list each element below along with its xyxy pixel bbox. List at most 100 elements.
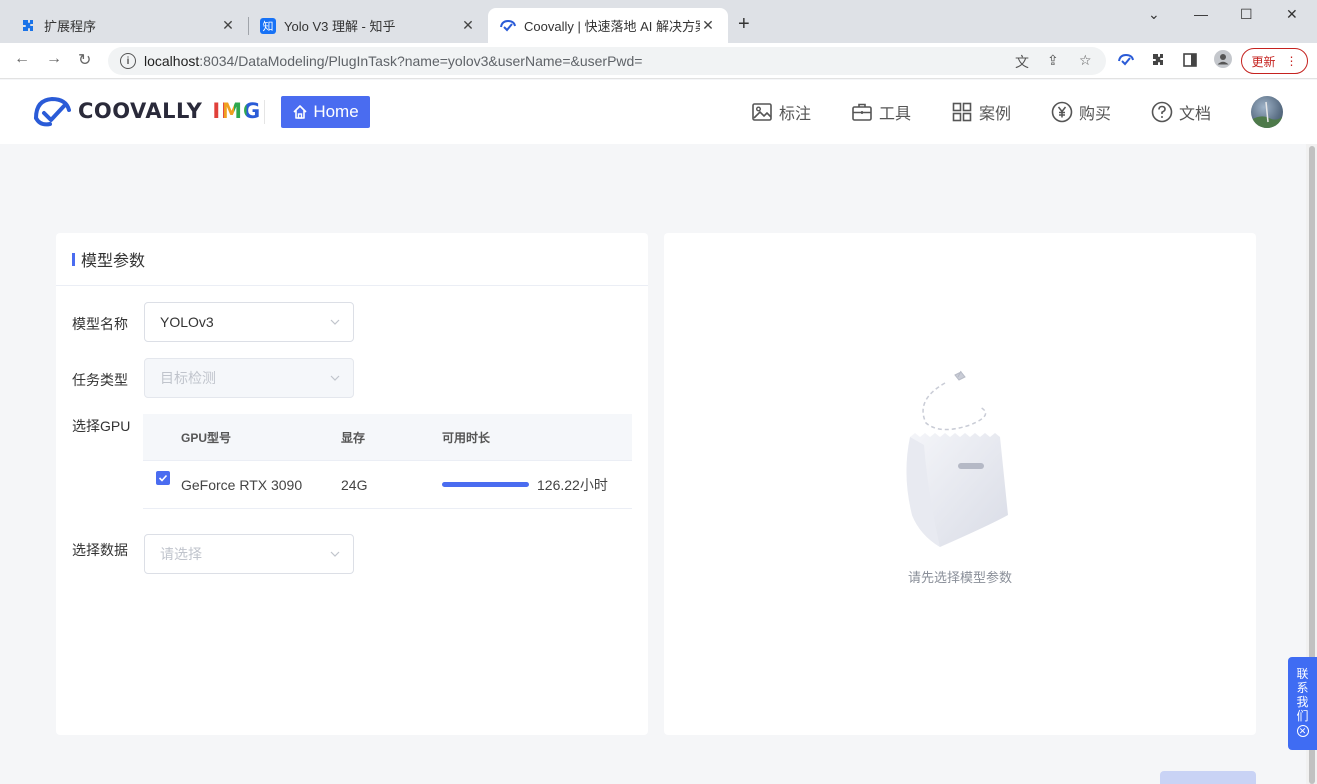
home-button[interactable]: Home xyxy=(281,96,370,128)
select-value: YOLOv3 xyxy=(160,314,214,330)
site-info-icon[interactable]: i xyxy=(120,53,136,69)
back-icon[interactable]: ← xyxy=(14,50,30,68)
close-icon[interactable]: ✕ xyxy=(220,17,236,34)
puzzle-icon xyxy=(20,18,36,34)
column-header: 可用时长 xyxy=(442,430,491,445)
coovally-extension-icon[interactable] xyxy=(1118,53,1134,70)
tab-coovally[interactable]: Coovally | 快速落地 AI 解决方案 ✕ xyxy=(488,8,728,43)
model-name-label: 模型名称 xyxy=(72,316,128,332)
panel-header: 模型参数 xyxy=(56,233,648,286)
grid-icon xyxy=(952,102,972,122)
gpu-model-cell: GeForce RTX 3090 xyxy=(143,470,341,493)
bottom-action-button[interactable] xyxy=(1160,771,1256,784)
column-header: GPU型号 xyxy=(181,430,232,445)
chevron-down-icon xyxy=(330,551,340,557)
update-label: 更新 xyxy=(1251,54,1276,69)
empty-state-text: 请先选择模型参数 xyxy=(907,570,1012,585)
coovally-icon xyxy=(500,18,516,34)
nav-label: 购买 xyxy=(1079,106,1112,123)
nav-buy[interactable]: 购买 xyxy=(1051,100,1111,124)
tab-extensions[interactable]: 扩展程序 ✕ xyxy=(8,8,248,43)
column-header: 显存 xyxy=(341,430,366,445)
select-placeholder: 请选择 xyxy=(160,546,202,562)
model-name-select[interactable]: YOLOv3 xyxy=(144,302,354,342)
preview-panel: 请先选择模型参数 xyxy=(664,233,1256,735)
new-tab-icon[interactable]: + xyxy=(738,14,750,34)
coovally-logo[interactable]: COOVALLY IMG xyxy=(32,94,261,128)
reload-icon[interactable]: ↻ xyxy=(78,50,91,70)
profile-icon[interactable] xyxy=(1214,50,1232,71)
close-icon[interactable]: ✕ xyxy=(460,17,476,34)
contact-char: 我 xyxy=(1296,695,1309,709)
yen-icon xyxy=(1051,101,1073,123)
bookmark-star-icon[interactable]: ☆ xyxy=(1079,52,1092,69)
update-button[interactable]: 更新 ⋮ xyxy=(1241,48,1308,74)
gpu-memory: 24G xyxy=(341,476,368,493)
contact-char: 们 xyxy=(1296,709,1309,723)
logo-sub: IMG xyxy=(212,99,261,123)
gpu-checkbox[interactable] xyxy=(156,470,170,485)
avatar[interactable] xyxy=(1251,96,1283,128)
help-icon xyxy=(1151,101,1173,123)
nav-annotate[interactable]: 标注 xyxy=(751,100,811,124)
forward-icon[interactable]: → xyxy=(46,50,62,68)
logo-text: COOVALLY xyxy=(78,99,203,123)
panel-title: 模型参数 xyxy=(81,253,146,270)
gpu-table: GPU型号 显存 可用时长 GeForce RTX 3090 24G 126.2… xyxy=(143,414,632,509)
nav-label: 案例 xyxy=(979,106,1012,123)
nav-label: 标注 xyxy=(779,106,812,123)
browser-toolbar: ← → ↻ i localhost:8034/DataModeling/Plug… xyxy=(0,43,1317,79)
tab-title: Yolo V3 理解 - 知乎 xyxy=(284,19,396,34)
model-params-panel: 模型参数 模型名称 YOLOv3 任务类型 目标检测 选择GPU GPU型号 显… xyxy=(56,233,648,735)
gpu-label: 选择GPU xyxy=(72,418,131,434)
task-type-label: 任务类型 xyxy=(72,372,128,388)
gpu-duration: 126.22小时 xyxy=(537,476,608,493)
close-circle-icon[interactable]: ✕ xyxy=(1296,725,1309,737)
nav-docs[interactable]: 文档 xyxy=(1151,100,1211,124)
url-path: :8034/DataModeling/PlugInTask?name=yolov… xyxy=(199,53,643,69)
toolbox-icon xyxy=(852,103,872,121)
contact-us-button[interactable]: 联 系 我 们 ✕ xyxy=(1288,657,1317,750)
url-host: localhost xyxy=(144,53,200,69)
window-close-icon[interactable]: ✕ xyxy=(1286,6,1298,23)
tab-zhihu[interactable]: 知 Yolo V3 理解 - 知乎 ✕ xyxy=(248,8,488,43)
duration-progress-bar xyxy=(442,482,529,487)
image-annotate-icon xyxy=(752,103,772,121)
check-icon xyxy=(158,474,168,482)
tab-title: 扩展程序 xyxy=(44,19,97,34)
data-label: 选择数据 xyxy=(72,542,128,558)
tab-search-icon[interactable]: ⌄ xyxy=(1148,6,1160,23)
zhihu-icon: 知 xyxy=(260,17,276,34)
close-icon[interactable]: ✕ xyxy=(700,17,716,34)
home-icon xyxy=(293,105,307,119)
coovally-logo-icon xyxy=(34,96,71,127)
share-icon[interactable]: ⇪ xyxy=(1047,52,1059,69)
side-panel-icon[interactable] xyxy=(1183,53,1197,70)
home-label: Home xyxy=(313,102,359,121)
contact-char: 系 xyxy=(1296,681,1309,695)
header-divider xyxy=(264,100,265,124)
nav-cases[interactable]: 案例 xyxy=(951,100,1011,124)
nav-label: 工具 xyxy=(879,106,912,123)
empty-bag-illustration xyxy=(906,370,1008,547)
tab-title: Coovally | 快速落地 AI 解决方案 xyxy=(524,19,700,34)
select-value: 目标检测 xyxy=(160,370,216,386)
contact-char: 联 xyxy=(1296,667,1309,681)
address-bar[interactable]: i localhost:8034/DataModeling/PlugInTask… xyxy=(108,47,1106,75)
data-select[interactable]: 请选择 xyxy=(144,534,354,574)
translate-icon[interactable]: ⽂ xyxy=(1015,52,1029,72)
table-row[interactable]: GeForce RTX 3090 24G 126.22小时 xyxy=(143,461,632,509)
menu-dots-icon: ⋮ xyxy=(1285,54,1298,68)
title-accent-bar xyxy=(72,252,75,266)
maximize-icon[interactable]: ☐ xyxy=(1240,6,1253,23)
browser-tab-strip: 扩展程序 ✕ 知 Yolo V3 理解 - 知乎 ✕ Coovally | 快速… xyxy=(0,0,1317,43)
minimize-icon[interactable]: — xyxy=(1194,6,1208,22)
extensions-icon[interactable] xyxy=(1151,53,1165,70)
task-type-select: 目标检测 xyxy=(144,358,354,398)
chevron-down-icon xyxy=(330,375,340,381)
app-header: COOVALLY IMG Home 标注 工具 案例 购买 文档 xyxy=(0,80,1317,144)
nav-tools[interactable]: 工具 xyxy=(851,100,911,124)
logo-sub-text: IMG xyxy=(212,99,262,123)
gpu-duration-cell: 126.22小时 xyxy=(442,475,632,495)
nav-label: 文档 xyxy=(1179,106,1212,123)
